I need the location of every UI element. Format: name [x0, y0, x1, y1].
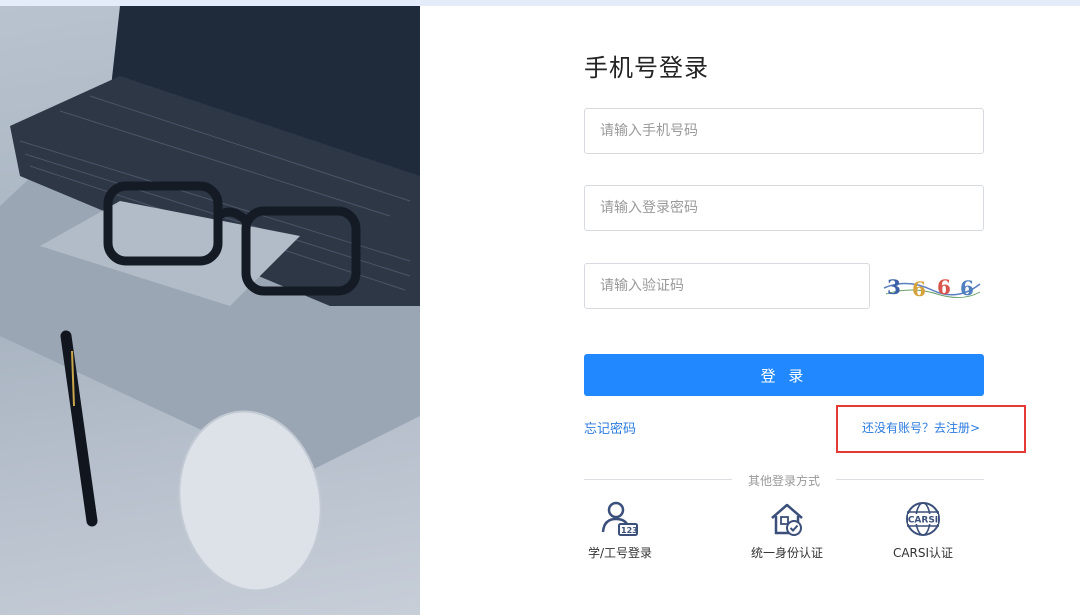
user-id-icon: 123 — [601, 501, 638, 536]
svg-text:6: 6 — [912, 277, 926, 301]
laptop-desk-illustration — [0, 6, 420, 592]
home-shield-icon — [771, 503, 803, 536]
alt-login-label: 统一身份认证 — [750, 546, 823, 560]
svg-text:6: 6 — [960, 276, 974, 300]
svg-text:3: 3 — [887, 275, 901, 299]
svg-text:123: 123 — [621, 526, 638, 535]
login-form: 手机号登录 3 6 6 6 登 录 忘记密码 还没有账号？去注册> 其他登录方式… — [584, 0, 1026, 615]
alt-login-label: 学/工号登录 — [587, 546, 653, 560]
other-login-label: 其他登录方式 — [747, 474, 820, 488]
student-id-login-button[interactable]: 123 学/工号登录 — [560, 500, 680, 570]
captcha-image[interactable]: 3 6 6 6 — [882, 266, 982, 306]
unified-auth-button[interactable]: 统一身份认证 — [727, 500, 847, 570]
carsi-auth-button[interactable]: CARSI CARSI认证 — [863, 500, 983, 570]
password-input[interactable] — [584, 185, 984, 231]
captcha-input[interactable] — [584, 263, 870, 309]
carsi-globe-icon: CARSI — [906, 502, 940, 536]
login-button[interactable]: 登 录 — [584, 354, 984, 396]
svg-text:CARSI: CARSI — [908, 516, 938, 526]
svg-text:6: 6 — [937, 275, 951, 299]
page-title: 手机号登录 — [584, 54, 709, 82]
other-login-divider: 其他登录方式 — [584, 470, 984, 490]
hero-image — [0, 6, 420, 615]
forgot-password-link[interactable]: 忘记密码 — [584, 418, 636, 437]
phone-input[interactable] — [584, 108, 984, 154]
alt-login-label: CARSI认证 — [892, 546, 954, 560]
register-link[interactable]: 还没有账号？去注册> — [862, 419, 980, 436]
divider-line — [836, 479, 984, 480]
